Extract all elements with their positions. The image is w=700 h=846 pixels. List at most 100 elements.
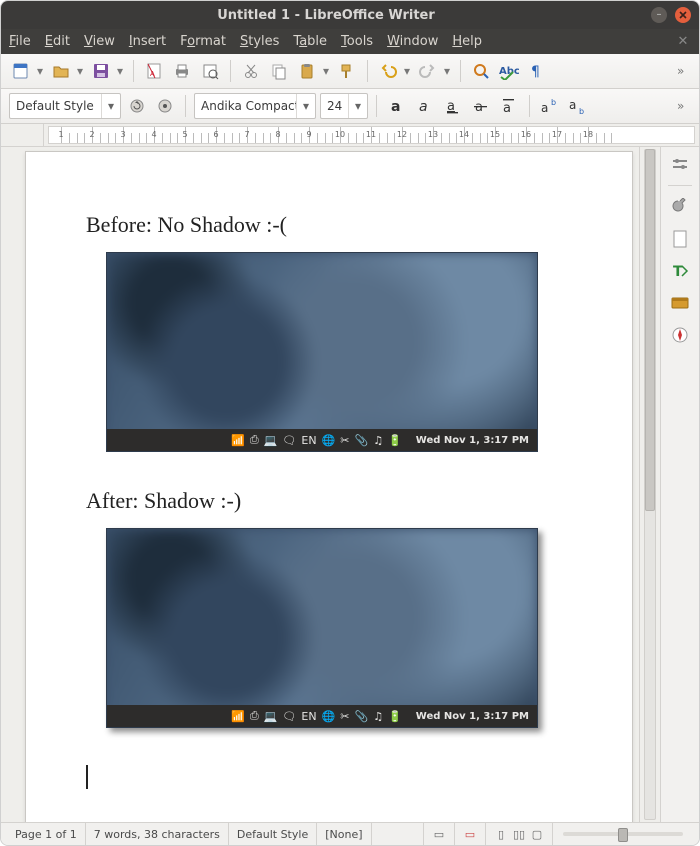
superscript-icon[interactable]: ab <box>538 94 562 118</box>
tray-icon: 📎 <box>355 710 369 723</box>
new-dropdown[interactable]: ▾ <box>35 59 45 83</box>
app-window: Untitled 1 - LibreOffice Writer – File E… <box>0 0 700 846</box>
save-dropdown[interactable]: ▾ <box>115 59 125 83</box>
open-icon[interactable] <box>49 59 73 83</box>
font-name-select[interactable]: Andika Compact ▾ <box>194 93 316 119</box>
status-page[interactable]: Page 1 of 1 <box>7 823 86 845</box>
ruler-corner <box>1 124 44 146</box>
zoom-knob[interactable] <box>618 828 628 842</box>
close-doc-icon[interactable]: ✕ <box>675 34 691 50</box>
subscript-icon[interactable]: ab <box>566 94 590 118</box>
view-layout-buttons[interactable]: ▯ ▯▯ ▢ <box>486 823 553 845</box>
minimize-button[interactable]: – <box>651 7 667 23</box>
find-icon[interactable] <box>469 59 493 83</box>
paste-icon[interactable] <box>295 59 319 83</box>
chevron-down-icon[interactable]: ▾ <box>296 94 315 118</box>
tray-icons: 📶⎙💻🗨EN🌐✂📎♫🔋 <box>231 709 402 723</box>
navigator-icon[interactable] <box>667 322 693 348</box>
multi-page-icon[interactable]: ▯▯ <box>512 827 526 841</box>
menu-help[interactable]: Help <box>452 34 482 49</box>
clone-format-icon[interactable] <box>335 59 359 83</box>
update-style-icon[interactable] <box>125 94 149 118</box>
svg-text:A: A <box>150 70 155 78</box>
menu-table[interactable]: Table <box>293 34 327 49</box>
undo-icon[interactable] <box>376 59 400 83</box>
menu-file[interactable]: File <box>9 34 31 49</box>
status-style[interactable]: Default Style <box>229 823 317 845</box>
chevron-down-icon[interactable]: ▾ <box>348 94 367 118</box>
menu-view[interactable]: View <box>84 34 115 49</box>
screenshot-before[interactable]: 📶⎙💻🗨EN🌐✂📎♫🔋 Wed Nov 1, 3:17 PM <box>106 252 538 452</box>
screenshot-after[interactable]: 📶⎙💻🗨EN🌐✂📎♫🔋 Wed Nov 1, 3:17 PM <box>106 528 538 728</box>
status-spacer <box>372 823 425 845</box>
overline-icon[interactable]: a <box>497 94 521 118</box>
ruler-mark: 2 <box>89 130 94 139</box>
chevron-down-icon[interactable]: ▾ <box>101 94 120 118</box>
svg-text:a: a <box>447 99 455 114</box>
pdf-icon[interactable]: A <box>142 59 166 83</box>
status-language[interactable]: [None] <box>317 823 371 845</box>
paragraph-style-select[interactable]: Default Style ▾ <box>9 93 121 119</box>
ruler-mark: 18 <box>583 130 593 139</box>
scrollbar-thumb[interactable] <box>645 149 655 511</box>
vertical-scrollbar[interactable] <box>639 147 660 822</box>
properties-icon[interactable] <box>667 194 693 220</box>
text-cursor <box>86 765 88 789</box>
svg-text:b: b <box>579 107 584 115</box>
document-canvas[interactable]: Before: No Shadow :-( 📶⎙💻🗨EN🌐✂📎♫🔋 Wed No… <box>19 147 639 822</box>
taskbar-clock: Wed Nov 1, 3:17 PM <box>416 711 529 722</box>
paste-dropdown[interactable]: ▾ <box>321 59 331 83</box>
zoom-slider[interactable] <box>563 832 683 836</box>
italic-icon[interactable]: a <box>413 94 437 118</box>
font-size-select[interactable]: 24 ▾ <box>320 93 368 119</box>
document-body[interactable]: Before: No Shadow :-( 📶⎙💻🗨EN🌐✂📎♫🔋 Wed No… <box>26 152 632 822</box>
status-wordcount[interactable]: 7 words, 38 characters <box>86 823 229 845</box>
standard-toolbar: ▾ ▾ ▾ A ▾ ▾ ▾ Abc ¶ » <box>1 54 699 89</box>
styles-icon[interactable]: T <box>667 258 693 284</box>
toolbar-overflow-icon[interactable]: » <box>677 64 691 78</box>
sidebar-settings-icon[interactable] <box>667 151 693 177</box>
tray-icon: 📎 <box>355 434 369 447</box>
menu-styles[interactable]: Styles <box>240 34 279 49</box>
single-page-icon[interactable]: ▯ <box>494 827 508 841</box>
open-dropdown[interactable]: ▾ <box>75 59 85 83</box>
copy-icon[interactable] <box>267 59 291 83</box>
menu-edit[interactable]: Edit <box>45 34 70 49</box>
ruler-mark: 17 <box>552 130 562 139</box>
status-selmode-icon[interactable]: ▭ <box>424 823 455 845</box>
horizontal-ruler[interactable]: 123456789101112131415161718 <box>48 126 695 144</box>
menu-tools[interactable]: Tools <box>341 34 373 49</box>
new-style-icon[interactable] <box>153 94 177 118</box>
tray-icon: ♫ <box>373 710 383 723</box>
new-icon[interactable] <box>9 59 33 83</box>
spellcheck-icon[interactable]: Abc <box>497 59 521 83</box>
page-icon[interactable] <box>667 226 693 252</box>
save-icon[interactable] <box>89 59 113 83</box>
ruler-mark: 15 <box>490 130 500 139</box>
bold-icon[interactable]: a <box>385 94 409 118</box>
tray-icon: 🔋 <box>388 710 402 723</box>
redo-dropdown[interactable]: ▾ <box>442 59 452 83</box>
tray-icon: EN <box>301 710 316 723</box>
formatting-marks-icon[interactable]: ¶ <box>525 59 549 83</box>
menu-format[interactable]: Format <box>180 34 226 49</box>
svg-text:b: b <box>551 98 556 107</box>
menu-window[interactable]: Window <box>387 34 438 49</box>
strikethrough-icon[interactable]: a <box>469 94 493 118</box>
print-preview-icon[interactable] <box>198 59 222 83</box>
embedded-taskbar: 📶⎙💻🗨EN🌐✂📎♫🔋 Wed Nov 1, 3:17 PM <box>107 429 537 451</box>
close-button[interactable] <box>675 7 691 23</box>
status-sig-icon[interactable]: ▭ <box>455 823 486 845</box>
font-name-value: Andika Compact <box>195 99 296 113</box>
toolbar-overflow-icon[interactable]: » <box>677 99 691 113</box>
tray-icon: ⎙ <box>250 433 259 447</box>
cut-icon[interactable] <box>239 59 263 83</box>
undo-dropdown[interactable]: ▾ <box>402 59 412 83</box>
redo-icon[interactable] <box>416 59 440 83</box>
book-view-icon[interactable]: ▢ <box>530 827 544 841</box>
underline-icon[interactable]: a <box>441 94 465 118</box>
menu-insert[interactable]: Insert <box>129 34 166 49</box>
gallery-icon[interactable] <box>667 290 693 316</box>
ruler-mark: 6 <box>213 130 218 139</box>
print-icon[interactable] <box>170 59 194 83</box>
